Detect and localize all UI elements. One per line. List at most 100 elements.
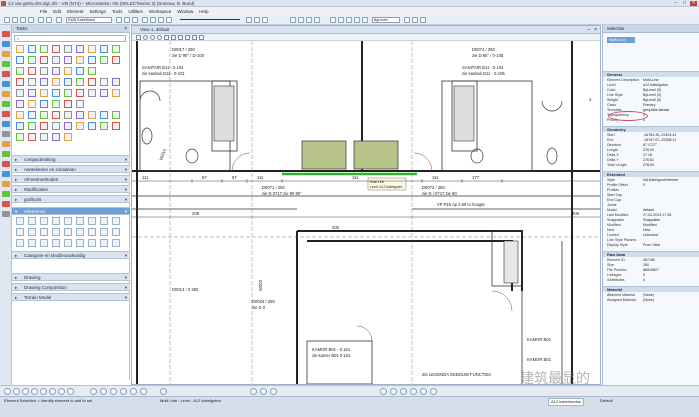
task-tool-icon[interactable] — [52, 122, 60, 130]
raster-icon[interactable] — [338, 17, 344, 23]
text-icon[interactable] — [306, 17, 312, 23]
property-row[interactable]: Display Style From View — [603, 243, 699, 248]
menu-window[interactable]: Window — [177, 9, 193, 14]
task-tool-icon[interactable] — [28, 100, 36, 108]
task-section[interactable]: ▸ Modificaties ▾ — [12, 185, 130, 193]
task-tool-icon[interactable] — [64, 100, 72, 108]
task-tool-icon[interactable] — [64, 56, 72, 64]
level-manager-icon[interactable] — [56, 17, 62, 23]
reference-tool-icon[interactable] — [28, 239, 36, 247]
reference-tool-icon[interactable] — [28, 217, 36, 225]
reference-tool-icon[interactable] — [100, 239, 108, 247]
view-1-button[interactable] — [4, 388, 11, 395]
midpoint-snap-icon[interactable] — [120, 388, 127, 395]
view-attributes-button[interactable] — [136, 35, 141, 40]
active-model-field[interactable]: A12 kabelmodus — [548, 398, 584, 406]
view-7-button[interactable] — [58, 388, 65, 395]
linestyle-icon[interactable] — [124, 17, 130, 23]
reference-tool-icon[interactable] — [76, 228, 84, 236]
snap-icon[interactable] — [158, 17, 164, 23]
task-tool-icon[interactable] — [16, 45, 24, 53]
tasks-icon[interactable] — [262, 17, 268, 23]
reference-tool-icon[interactable] — [52, 239, 60, 247]
fit-icon[interactable] — [380, 388, 387, 395]
toggle-icon[interactable] — [142, 17, 148, 23]
task-section[interactable]: ▸ Terrain Model ▾ — [12, 293, 130, 301]
task-tool-icon[interactable] — [40, 45, 48, 53]
element-info-icon[interactable] — [246, 17, 252, 23]
task-tool-icon[interactable] — [52, 78, 60, 86]
task-section[interactable]: ▸ graftools ▾ — [12, 195, 130, 203]
reference-tool-icon[interactable] — [112, 239, 120, 247]
center-snap-icon[interactable] — [130, 388, 137, 395]
new-file-icon[interactable] — [4, 17, 10, 23]
locks-icon[interactable] — [270, 388, 277, 395]
task-tool-icon[interactable] — [16, 56, 24, 64]
reference-tool-icon[interactable] — [40, 239, 48, 247]
reference-tool-icon[interactable] — [112, 228, 120, 236]
color-dropdown[interactable]: ByLevel — [372, 17, 400, 23]
task-tool-icon[interactable] — [64, 45, 72, 53]
task-tool-icon[interactable] — [52, 100, 60, 108]
attributes-icon[interactable] — [150, 17, 156, 23]
reference-tool-icon[interactable] — [52, 228, 60, 236]
task-tool-icon[interactable] — [88, 122, 96, 130]
menu-element[interactable]: Element — [67, 9, 84, 14]
task-tool-icon[interactable] — [40, 111, 48, 119]
reference-tool-icon[interactable] — [16, 239, 24, 247]
reference-tool-icon[interactable] — [64, 217, 72, 225]
task-tool-icon[interactable] — [100, 45, 108, 53]
fit-view-icon[interactable] — [171, 35, 176, 40]
task-tool-icon[interactable] — [40, 67, 48, 75]
selection-tree-item[interactable]: Multi-Line — [607, 37, 635, 43]
task-tool-icon[interactable] — [88, 111, 96, 119]
save-settings-icon[interactable] — [412, 17, 418, 23]
fillet-icon[interactable] — [2, 181, 10, 187]
view-4-button[interactable] — [31, 388, 38, 395]
keypoint-snap-icon[interactable] — [100, 388, 107, 395]
place-arc-icon[interactable] — [2, 61, 10, 67]
hatch-icon[interactable] — [2, 191, 10, 197]
menu-help[interactable]: Help — [199, 9, 208, 14]
pan-icon[interactable] — [400, 388, 407, 395]
group-icon[interactable] — [2, 201, 10, 207]
reference-tool-icon[interactable] — [28, 228, 36, 236]
zoom-out-icon[interactable] — [157, 35, 162, 40]
view-minimize-icon[interactable]: – — [587, 26, 590, 34]
reference-tool-icon[interactable] — [100, 228, 108, 236]
task-tool-icon[interactable] — [16, 89, 24, 97]
view-window[interactable]: View 1, default – × D0017 / 250 zie D 90… — [131, 25, 601, 385]
task-tool-icon[interactable] — [112, 45, 120, 53]
property-section-header[interactable]: Extended — [603, 171, 699, 177]
accusnap-icon[interactable] — [160, 388, 167, 395]
element-selection-icon[interactable] — [2, 31, 10, 37]
modify-icon[interactable] — [2, 101, 10, 107]
dimension-icon[interactable] — [298, 17, 304, 23]
reference-tool-icon[interactable] — [100, 217, 108, 225]
move-icon[interactable] — [2, 121, 10, 127]
task-tool-icon[interactable] — [28, 89, 36, 97]
task-tool-icon[interactable] — [40, 56, 48, 64]
task-tool-icon[interactable] — [16, 67, 24, 75]
property-row[interactable]: Assigned Material (None) — [603, 298, 699, 303]
task-tool-icon[interactable] — [112, 122, 120, 130]
property-row[interactable]: Total Length 278.00 — [603, 163, 699, 168]
zoom-in-icon[interactable] — [150, 35, 155, 40]
menu-file[interactable]: File — [40, 9, 47, 14]
task-tool-icon[interactable] — [28, 67, 36, 75]
task-tool-icon[interactable] — [100, 56, 108, 64]
task-section[interactable]: ▸ Afmeetmethoden ▾ — [12, 175, 130, 183]
intersection-snap-icon[interactable] — [140, 388, 147, 395]
task-tool-icon[interactable] — [52, 56, 60, 64]
menu-settings[interactable]: Settings — [90, 9, 106, 14]
reference-tool-icon[interactable] — [16, 217, 24, 225]
task-tool-icon[interactable] — [40, 122, 48, 130]
task-tool-icon[interactable] — [88, 56, 96, 64]
place-shape-icon[interactable] — [2, 71, 10, 77]
property-section-header[interactable]: General — [603, 71, 699, 77]
reference-tool-icon[interactable] — [112, 217, 120, 225]
task-tool-icon[interactable] — [76, 100, 84, 108]
reference-tool-icon[interactable] — [64, 228, 72, 236]
close-button[interactable]: × — [690, 1, 697, 6]
task-tool-icon[interactable] — [64, 89, 72, 97]
